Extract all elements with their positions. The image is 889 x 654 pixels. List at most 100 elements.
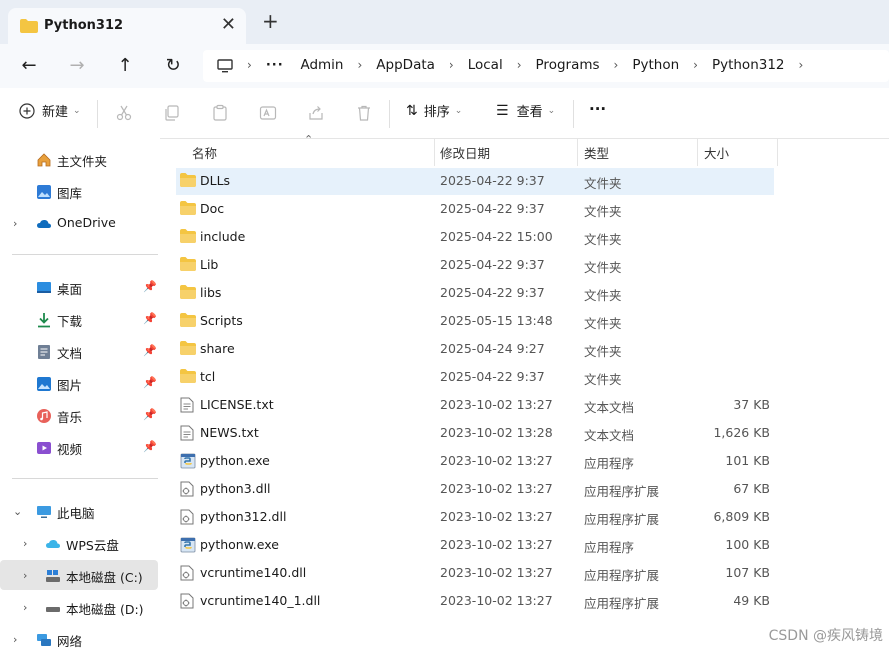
refresh-button[interactable]: ↻ [161,54,185,78]
file-name: python3.dll [200,481,271,496]
sidebar-item-wps-cloud[interactable]: › WPS云盘 [0,528,158,558]
sidebar-item-this-pc[interactable]: ⌄ 此电脑 [0,496,158,526]
file-row[interactable]: libs 2025-04-22 9:37 文件夹 [176,280,774,307]
delete-icon[interactable] [355,104,373,122]
breadcrumb-separator: › [247,58,252,72]
folder-icon [180,369,196,386]
tab-title: Python312 [44,18,124,33]
new-button[interactable]: 新建 ⌄ [19,101,81,120]
column-header-type[interactable]: 类型 [578,138,696,166]
file-modified-date: 2023-10-02 13:27 [440,453,553,468]
file-row[interactable]: Lib 2025-04-22 9:37 文件夹 [176,252,774,279]
breadcrumb-python312[interactable]: Python312 [712,57,785,73]
sidebar-divider [12,254,158,255]
sidebar-item-label: 桌面 [57,282,83,297]
sidebar-item-music[interactable]: 音乐 📌 [0,400,158,430]
file-row[interactable]: Scripts 2025-05-15 13:48 文件夹 [176,308,774,335]
file-size: 67 KB [733,481,770,496]
breadcrumb-overflow-button[interactable]: ··· [266,58,284,73]
forward-button[interactable]: → [65,54,89,78]
gallery-icon [37,185,51,199]
file-row[interactable]: Doc 2025-04-22 9:37 文件夹 [176,196,774,223]
sidebar-item-label: 文档 [57,346,83,361]
file-row[interactable]: vcruntime140.dll 2023-10-02 13:27 应用程序扩展 10… [176,560,774,587]
title-bar: Python312 ✕ + [0,0,889,44]
network-icon [37,634,51,646]
sidebar-item-videos[interactable]: 视频 📌 [0,432,158,462]
view-button[interactable]: ☰ 查看 ⌄ [496,101,555,121]
file-row[interactable]: python.exe 2023-10-02 13:27 应用程序 101 KB [176,448,774,475]
column-header-date[interactable]: 修改日期 [435,138,577,166]
sidebar-item-documents[interactable]: 文档 📌 [0,336,158,366]
file-row[interactable]: LICENSE.txt 2023-10-02 13:27 文本文档 37 KB [176,392,774,419]
back-button[interactable]: ← [17,54,41,78]
file-row[interactable]: include 2025-04-22 15:00 文件夹 [176,224,774,251]
column-divider[interactable] [777,138,778,166]
file-row[interactable]: python3.dll 2023-10-02 13:27 应用程序扩展 67 KB [176,476,774,503]
copy-icon[interactable] [163,104,181,122]
sidebar-item-downloads[interactable]: 下载 📌 [0,304,158,334]
pin-icon[interactable]: 📌 [143,344,157,357]
toolbar-divider [389,100,390,128]
file-type: 文件夹 [584,176,622,191]
sidebar-item-onedrive[interactable]: › OneDrive [0,208,158,238]
up-button[interactable]: ↑ [113,54,137,78]
breadcrumb-programs[interactable]: Programs [536,57,600,73]
close-tab-button[interactable]: ✕ [221,14,236,35]
file-row[interactable]: NEWS.txt 2023-10-02 13:28 文本文档 1,626 KB [176,420,774,447]
sidebar-item-label: 音乐 [57,410,83,425]
new-button-label: 新建 [42,105,69,120]
address-bar[interactable]: › ··· › Admin › AppData › Local › Progra… [203,50,889,82]
column-header-size[interactable]: 大小 [698,138,776,166]
file-modified-date: 2025-05-15 13:48 [440,313,553,328]
column-header-name[interactable]: 名称 ⌃ [176,133,436,166]
new-tab-button[interactable]: + [262,9,279,33]
chevron-right-icon[interactable]: › [23,569,27,582]
file-row[interactable]: tcl 2025-04-22 9:37 文件夹 [176,364,774,391]
breadcrumb-local[interactable]: Local [468,57,503,73]
file-type: 应用程序 [584,456,635,471]
paste-icon[interactable] [211,104,229,122]
dll-file-icon [180,593,194,612]
pin-icon[interactable]: 📌 [143,376,157,389]
computer-icon [37,506,51,518]
sidebar-item-drive-d[interactable]: › 本地磁盘 (D:) [0,592,158,622]
sort-button[interactable]: ⇅ 排序 ⌄ [406,101,462,121]
pin-icon[interactable]: 📌 [143,440,157,453]
more-options-button[interactable]: ··· [589,100,606,118]
chevron-right-icon[interactable]: › [13,217,17,230]
breadcrumb-admin[interactable]: Admin [300,57,343,73]
rename-icon[interactable] [259,104,277,122]
pin-icon[interactable]: 📌 [143,408,157,421]
file-name: include [200,229,246,244]
pin-icon[interactable]: 📌 [143,280,157,293]
sidebar-item-gallery[interactable]: 图库 [0,176,158,206]
sort-icon: ⇅ [406,102,418,119]
breadcrumb-separator: › [516,58,522,72]
sidebar-item-home[interactable]: 主文件夹 [0,144,158,174]
sidebar-item-pictures[interactable]: 图片 📌 [0,368,158,398]
file-name: libs [200,285,222,300]
file-row[interactable]: share 2025-04-24 9:27 文件夹 [176,336,774,363]
file-modified-date: 2023-10-02 13:27 [440,565,553,580]
chevron-right-icon[interactable]: › [23,601,27,614]
file-row[interactable]: vcruntime140_1.dll 2023-10-02 13:27 应用程序扩展… [176,588,774,615]
chevron-down-icon[interactable]: ⌄ [13,505,22,518]
sidebar-item-desktop[interactable]: 桌面 📌 [0,272,158,302]
file-row[interactable]: python312.dll 2023-10-02 13:27 应用程序扩展 6,809… [176,504,774,531]
breadcrumb-appdata[interactable]: AppData [376,57,435,73]
file-row[interactable]: DLLs 2025-04-22 9:37 文件夹 [176,168,774,195]
file-row[interactable]: pythonw.exe 2023-10-02 13:27 应用程序 100 KB [176,532,774,559]
file-type: 文件夹 [584,288,622,303]
breadcrumb-separator: › [357,58,363,72]
cut-icon[interactable] [115,104,133,122]
pin-icon[interactable]: 📌 [143,312,157,325]
file-size: 49 KB [733,593,770,608]
chevron-right-icon[interactable]: › [23,537,27,550]
breadcrumb-python[interactable]: Python [632,57,679,73]
sidebar-item-drive-c[interactable]: › 本地磁盘 (C:) [0,560,158,590]
chevron-right-icon[interactable]: › [13,633,17,646]
sidebar-item-network[interactable]: › 网络 [0,624,158,654]
tab-python312[interactable]: Python312 ✕ [8,8,246,44]
share-icon[interactable] [307,104,325,122]
